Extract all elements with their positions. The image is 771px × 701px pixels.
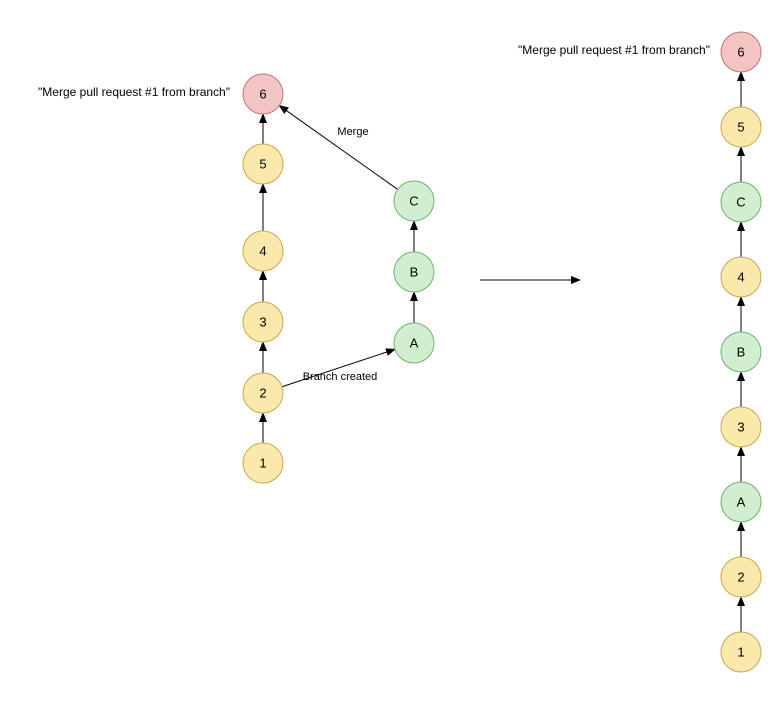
commit-C: C <box>394 181 434 221</box>
commit-B: B <box>394 252 434 292</box>
right-commit-3: 3 <box>721 407 761 447</box>
commit-2: 2 <box>243 373 283 413</box>
right-commit-A-label: A <box>737 494 746 509</box>
label-merge: Merge <box>337 126 368 138</box>
right-commit-5-label: 5 <box>737 119 744 134</box>
right-commit-1: 1 <box>721 632 761 672</box>
right-commit-1-label: 1 <box>737 644 744 659</box>
right-commit-2-label: 2 <box>737 569 744 584</box>
commit-4: 4 <box>243 231 283 271</box>
right-commit-A: A <box>721 482 761 522</box>
right-commit-C-label: C <box>736 194 745 209</box>
commit-5: 5 <box>243 144 283 184</box>
commit-C-label: C <box>409 193 418 208</box>
commit-6: 6 <box>243 74 283 114</box>
right-commit-5: 5 <box>721 107 761 147</box>
edge-C-6 <box>279 106 397 190</box>
commit-4-label: 4 <box>259 243 266 258</box>
right-commit-4-label: 4 <box>737 269 744 284</box>
label-branch-created: Branch created <box>303 371 378 383</box>
commit-A: A <box>394 323 434 363</box>
commit-1: 1 <box>243 443 283 483</box>
commit-2-label: 2 <box>259 385 266 400</box>
right-commit-4: 4 <box>721 257 761 297</box>
commit-3-label: 3 <box>259 314 266 329</box>
right-commit-B-label: B <box>737 344 746 359</box>
right-commit-B: B <box>721 332 761 372</box>
commit-3: 3 <box>243 302 283 342</box>
right-commit-6-label: 6 <box>737 44 744 59</box>
commit-B-label: B <box>410 264 419 279</box>
caption-right: "Merge pull request #1 from branch" <box>518 43 710 57</box>
caption-left: "Merge pull request #1 from branch" <box>38 85 230 99</box>
git-merge-diagram: 1 2 3 4 5 6 A B C Branch created Merge "Merge pull … <box>0 0 771 701</box>
commit-1-label: 1 <box>259 455 266 470</box>
commit-A-label: A <box>410 335 419 350</box>
right-commit-C: C <box>721 182 761 222</box>
right-commit-3-label: 3 <box>737 419 744 434</box>
right-commit-6: 6 <box>721 32 761 72</box>
right-commit-2: 2 <box>721 557 761 597</box>
commit-5-label: 5 <box>259 156 266 171</box>
commit-6-label: 6 <box>259 86 266 101</box>
